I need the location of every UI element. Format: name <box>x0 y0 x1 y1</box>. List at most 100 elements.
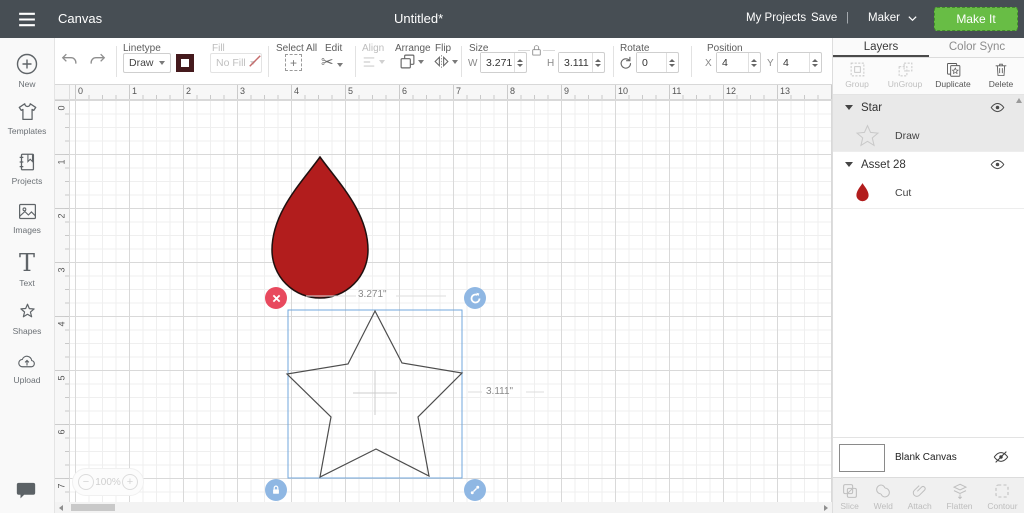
document-title: Untitled* <box>394 11 444 26</box>
zoom-level: 100% <box>95 476 121 488</box>
linetype-color-swatch[interactable] <box>176 54 194 72</box>
y-stepper[interactable] <box>809 53 820 72</box>
selection-center-crosshair <box>353 371 397 415</box>
sidebar-item-label: Upload <box>13 375 41 385</box>
scrollbar-thumb[interactable] <box>71 504 115 511</box>
sidebar-item-new[interactable]: New <box>0 38 54 89</box>
sidebar-item-projects[interactable]: Projects <box>0 138 54 188</box>
layer-actions: Group UnGroup Duplicate Delete <box>833 58 1024 95</box>
rotate-stepper[interactable] <box>666 53 677 72</box>
weld-button[interactable]: Weld <box>874 478 893 513</box>
canvas-grid[interactable]: 3.271" 3.111" − 100% + <box>70 100 832 502</box>
duplicate-button[interactable]: Duplicate <box>929 58 977 94</box>
machine-selector[interactable]: Maker <box>868 12 918 24</box>
sidebar-item-images[interactable]: Images <box>0 188 54 238</box>
undo-icon[interactable] <box>60 51 79 70</box>
contour-icon <box>993 482 1011 500</box>
group-button[interactable]: Group <box>833 58 881 94</box>
linetype-dropdown[interactable]: Draw <box>123 53 171 73</box>
scroll-left-arrow-icon[interactable] <box>59 504 63 511</box>
sidebar-item-text[interactable]: T Text <box>0 238 54 288</box>
rotate-input[interactable] <box>637 53 666 72</box>
resize-selection-handle[interactable] <box>464 479 486 501</box>
chat-bubble-icon[interactable] <box>13 481 39 503</box>
flatten-icon <box>951 482 969 500</box>
eye-off-icon[interactable] <box>993 449 1009 465</box>
flatten-button[interactable]: Flatten <box>947 478 973 513</box>
collapse-caret-icon[interactable] <box>845 105 853 110</box>
v-ruler-number: 6 <box>56 429 67 435</box>
slice-icon <box>841 482 859 500</box>
fill-swatch-slash-icon[interactable] <box>246 52 264 70</box>
contour-button[interactable]: Contour <box>987 478 1018 513</box>
make-it-button[interactable]: Make It <box>934 7 1018 31</box>
height-input[interactable] <box>559 53 592 72</box>
slice-button[interactable]: Slice <box>840 478 859 513</box>
h-ruler-number: 9 <box>564 86 570 96</box>
align-icon[interactable] <box>361 55 385 69</box>
teardrop-shape[interactable] <box>271 155 369 299</box>
blank-canvas-swatch[interactable] <box>839 444 885 472</box>
y-numbox <box>777 52 822 73</box>
ungroup-icon <box>897 61 914 78</box>
sidebar-item-upload[interactable]: Upload <box>0 338 54 388</box>
scissors-edit-icon[interactable]: ✂ <box>321 53 343 71</box>
collapse-caret-icon[interactable] <box>845 162 853 167</box>
select-all-icon[interactable]: + <box>285 54 302 71</box>
sidebar-item-label: Text <box>19 278 35 288</box>
sidebar-item-templates[interactable]: Templates <box>0 88 54 138</box>
ungroup-button[interactable]: UnGroup <box>881 58 929 94</box>
action-label: Delete <box>988 79 1014 89</box>
tab-layers[interactable]: Layers <box>833 38 929 57</box>
horizontal-scrollbar[interactable] <box>55 502 832 513</box>
tshirt-icon <box>16 101 39 123</box>
ruler-corner <box>55 85 70 100</box>
attach-icon <box>912 482 928 500</box>
panel-scroll-up-icon[interactable] <box>1016 98 1022 103</box>
height-stepper[interactable] <box>592 53 603 72</box>
rotate-arrow-icon <box>469 292 482 305</box>
my-projects-link[interactable]: My Projects <box>746 12 806 24</box>
save-link[interactable]: Save <box>811 12 837 24</box>
h-ruler-number: 8 <box>510 86 516 96</box>
rotate-icon[interactable] <box>618 55 633 70</box>
h-ruler-number: 6 <box>402 86 408 96</box>
rotate-selection-handle[interactable] <box>464 287 486 309</box>
layer-operation: Draw <box>895 129 920 142</box>
size-lock-icon[interactable] <box>530 44 543 57</box>
hamburger-menu-icon[interactable] <box>14 8 40 30</box>
width-input[interactable] <box>481 53 514 72</box>
y-position-input[interactable] <box>778 53 809 72</box>
layer-row[interactable]: Cut <box>833 177 1024 208</box>
header-divider: | <box>846 12 849 24</box>
layer-group-header[interactable]: Asset 28 <box>833 152 1024 177</box>
attach-button[interactable]: Attach <box>908 478 932 513</box>
scroll-right-arrow-icon[interactable] <box>824 504 828 511</box>
zoom-control: − 100% + <box>72 468 144 496</box>
delete-button[interactable]: Delete <box>977 58 1024 94</box>
h-ruler-number: 10 <box>618 86 629 96</box>
tab-color-sync[interactable]: Color Sync <box>929 38 1024 57</box>
trash-icon <box>993 61 1009 78</box>
layer-row[interactable]: Draw <box>833 120 1024 151</box>
flip-icon[interactable] <box>433 53 458 70</box>
duplicate-icon <box>945 61 962 78</box>
zoom-in-button[interactable]: + <box>121 474 138 490</box>
sidebar-item-shapes[interactable]: Shapes <box>0 288 54 338</box>
delete-selection-handle[interactable] <box>265 287 287 309</box>
header-bar: Canvas Untitled* My Projects Save | Make… <box>0 0 1024 38</box>
blank-canvas-label: Blank Canvas <box>895 452 957 463</box>
eye-icon[interactable] <box>990 100 1005 120</box>
x-stepper[interactable] <box>748 53 759 72</box>
layer-group-header[interactable]: Star <box>833 95 1024 120</box>
sidebar-item-label: New <box>18 79 36 89</box>
eye-icon[interactable] <box>990 157 1005 177</box>
redo-icon[interactable] <box>88 51 107 70</box>
zoom-out-button[interactable]: − <box>78 474 94 490</box>
blank-canvas-row[interactable]: Blank Canvas <box>833 437 1024 477</box>
h-ruler-number: 5 <box>348 86 354 96</box>
lock-aspect-handle[interactable] <box>265 479 287 501</box>
x-position-input[interactable] <box>717 53 748 72</box>
arrange-icon[interactable] <box>399 53 424 70</box>
layer-group-asset-28: Asset 28 Cut <box>833 152 1024 209</box>
